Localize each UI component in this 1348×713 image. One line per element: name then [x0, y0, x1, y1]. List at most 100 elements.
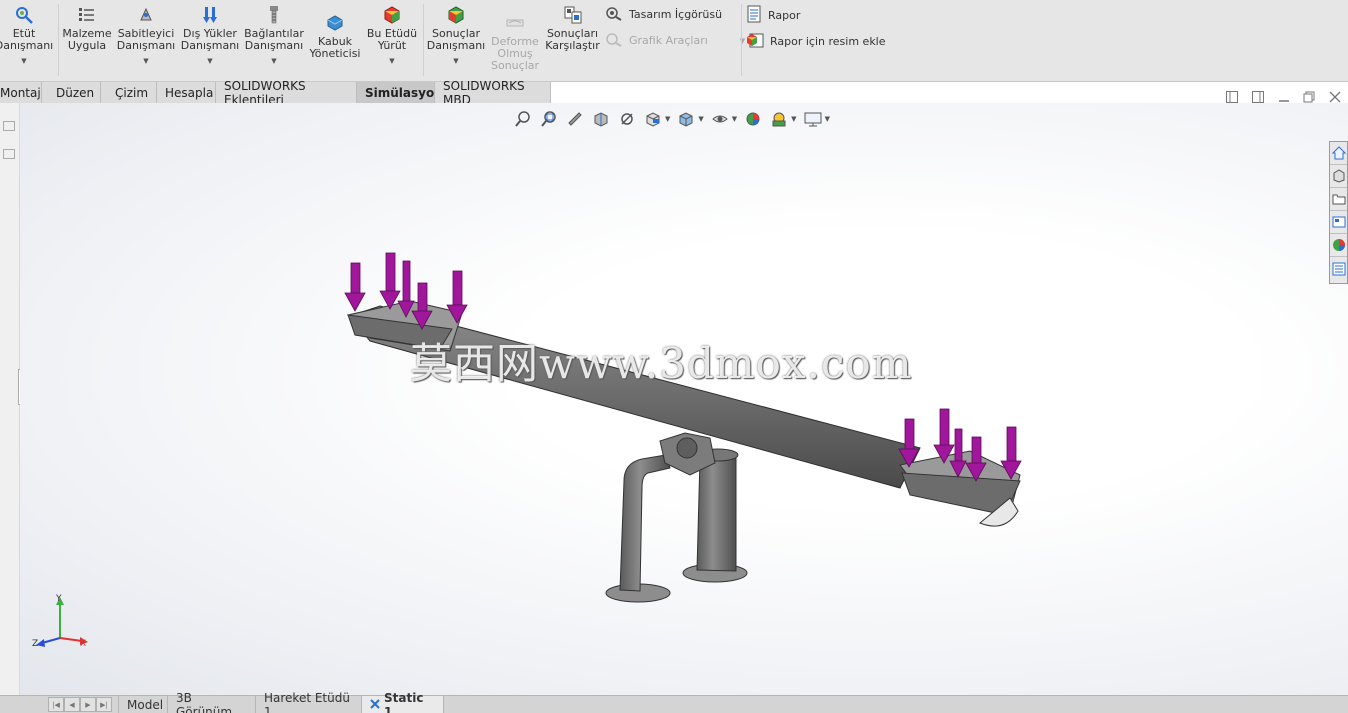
apply-scene-icon[interactable]	[769, 109, 789, 129]
zoom-to-fit-icon[interactable]	[513, 109, 533, 129]
appearances-icon[interactable]	[1330, 234, 1347, 257]
include-image-icon	[746, 31, 764, 52]
plot-tools-button[interactable]: Grafik Araçları ▼	[605, 31, 745, 50]
hide-show-items-icon[interactable]	[710, 109, 730, 129]
apply-material-button[interactable]: Malzeme Uygula	[62, 4, 112, 52]
bottom-tab-bar: |◀ ◀ ▶ ▶| Model 3B Görünüm Hareket Etüdü…	[0, 691, 1348, 713]
heads-up-view-toolbar: ▼ ▼ ▼ ▼ ▼	[513, 109, 830, 129]
command-tabs: Montaj Düzen Çizim Hesapla SOLIDWORKS Ek…	[0, 79, 551, 107]
deformed-result-icon	[504, 12, 526, 34]
view-orientation-icon[interactable]	[643, 109, 663, 129]
study-advisor-label: Etüt Danışmanı	[0, 27, 54, 52]
connections-advisor-label: Bağlantılar Danışmanı	[244, 27, 304, 52]
panel-icon[interactable]	[3, 121, 15, 131]
first-tab-icon[interactable]: |◀	[48, 697, 64, 712]
plot-tools-label: Grafik Araçları	[629, 34, 708, 47]
tab-3d-view[interactable]: 3B Görünüm	[168, 691, 256, 713]
display-style-icon[interactable]	[676, 109, 696, 129]
results-advisor-label: Sonuçlar Danışmanı	[426, 27, 486, 52]
chevron-down-icon[interactable]: ▼	[665, 115, 670, 123]
run-study-label: Bu Etüdü Yürüt	[366, 27, 418, 52]
report-label: Rapor	[768, 9, 801, 22]
chevron-down-icon[interactable]: ▼	[21, 55, 26, 67]
compare-results-label: Sonuçları Karşılaştır	[545, 27, 600, 52]
command-manager-ribbon: Etüt Danışmanı ▼ Malzeme Uygula Sabitley…	[0, 0, 1348, 82]
chevron-down-icon[interactable]: ▼	[698, 115, 703, 123]
tab-static-1[interactable]: Static 1	[362, 691, 444, 713]
edit-appearance-icon[interactable]	[743, 109, 763, 129]
design-insight-label: Tasarım İçgörüsü	[629, 8, 723, 21]
file-explorer-icon[interactable]	[1330, 188, 1347, 211]
chevron-down-icon[interactable]: ▼	[143, 55, 148, 67]
tab-hesapla[interactable]: Hesapla	[157, 82, 216, 103]
report-icon	[746, 5, 762, 26]
tab-solidworks-mbd[interactable]: SOLIDWORKS MBD	[435, 79, 551, 107]
triad-z-label: Z	[32, 639, 38, 649]
results-advisor-button[interactable]: Sonuçlar Danışmanı ▼	[426, 4, 486, 67]
previous-view-icon[interactable]	[565, 109, 585, 129]
design-insight-button[interactable]: Tasarım İçgörüsü	[605, 5, 722, 24]
run-study-button[interactable]: Bu Etüdü Yürüt ▼	[366, 4, 418, 67]
chevron-down-icon[interactable]: ▼	[732, 115, 737, 123]
compare-results-button[interactable]: Sonuçları Karşılaştır	[545, 4, 600, 52]
triad-x-label: X	[80, 639, 86, 649]
ribbon-separator	[423, 4, 424, 76]
external-loads-button[interactable]: Dış Yükler Danışmanı ▼	[180, 4, 240, 67]
shell-manager-label: Kabuk Yöneticisi	[309, 35, 361, 60]
feature-manager-collapsed	[0, 103, 28, 695]
tab-simulasyon[interactable]: Simülasyon	[357, 82, 443, 103]
ribbon-separator	[58, 4, 59, 76]
tab-duzen[interactable]: Düzen	[42, 82, 101, 103]
tab-cizim[interactable]: Çizim	[101, 82, 157, 103]
deformed-result-button[interactable]: Deforme Olmuş Sonuçlar	[488, 4, 542, 72]
watermark-text: 莫西网www.3dmox.com	[410, 339, 913, 388]
shell-manager-icon	[324, 12, 346, 34]
apply-material-icon	[76, 4, 98, 26]
compare-results-icon	[562, 4, 584, 26]
external-loads-label: Dış Yükler Danışmanı	[180, 27, 240, 52]
dynamic-annotation-icon[interactable]	[617, 109, 637, 129]
fixtures-advisor-icon	[135, 4, 157, 26]
study-advisor-button[interactable]: Etüt Danışmanı ▼	[0, 4, 53, 67]
include-image-button[interactable]: Rapor için resim ekle	[746, 31, 886, 52]
shell-manager-button[interactable]: Kabuk Yöneticisi	[308, 4, 362, 60]
run-study-icon	[381, 4, 403, 26]
chevron-down-icon[interactable]: ▼	[791, 115, 796, 123]
task-pane-tabs	[1329, 141, 1348, 284]
tab-solidworks-eklentileri[interactable]: SOLIDWORKS Eklentileri	[216, 79, 357, 107]
fixtures-advisor-label: Sabitleyici Danışmanı	[116, 27, 176, 52]
view-palette-icon[interactable]	[1330, 211, 1347, 234]
tab-montaj[interactable]: Montaj	[0, 82, 42, 103]
chevron-down-icon[interactable]: ▼	[271, 55, 276, 67]
chevron-down-icon[interactable]: ▼	[453, 55, 458, 67]
connections-advisor-button[interactable]: Bağlantılar Danışmanı ▼	[244, 4, 304, 67]
chevron-down-icon[interactable]: ▼	[207, 55, 212, 67]
tab-navigation: |◀ ◀ ▶ ▶|	[48, 697, 112, 712]
simulation-study-icon	[370, 698, 380, 712]
coordinate-triad: Y X Z	[32, 594, 88, 649]
section-view-icon[interactable]	[591, 109, 611, 129]
last-tab-icon[interactable]: ▶|	[96, 697, 112, 712]
panel-icon[interactable]	[3, 149, 15, 159]
results-advisor-icon	[445, 4, 467, 26]
include-image-label: Rapor için resim ekle	[770, 35, 886, 48]
chevron-down-icon[interactable]: ▼	[389, 55, 394, 67]
report-button[interactable]: Rapor	[746, 5, 800, 26]
tab-model[interactable]: Model	[118, 696, 168, 713]
plot-tools-icon	[605, 31, 623, 50]
zoom-to-area-icon[interactable]	[539, 109, 559, 129]
next-tab-icon[interactable]: ▶	[80, 697, 96, 712]
external-loads-icon	[199, 4, 221, 26]
home-icon[interactable]	[1330, 142, 1347, 165]
design-library-icon[interactable]	[1330, 165, 1347, 188]
graphics-area[interactable]: Y X Z 莫西网www.3dmox.com	[20, 103, 1348, 695]
seesaw-model[interactable]: Y X Z	[20, 103, 1348, 695]
triad-y-label: Y	[55, 594, 62, 604]
custom-properties-icon[interactable]	[1330, 257, 1347, 280]
view-settings-icon[interactable]	[803, 109, 823, 129]
tab-motion-study-1[interactable]: Hareket Etüdü 1	[256, 691, 362, 713]
apply-material-label: Malzeme Uygula	[62, 27, 112, 52]
chevron-down-icon[interactable]: ▼	[825, 115, 830, 123]
previous-tab-icon[interactable]: ◀	[64, 697, 80, 712]
fixtures-advisor-button[interactable]: Sabitleyici Danışmanı ▼	[117, 4, 175, 67]
